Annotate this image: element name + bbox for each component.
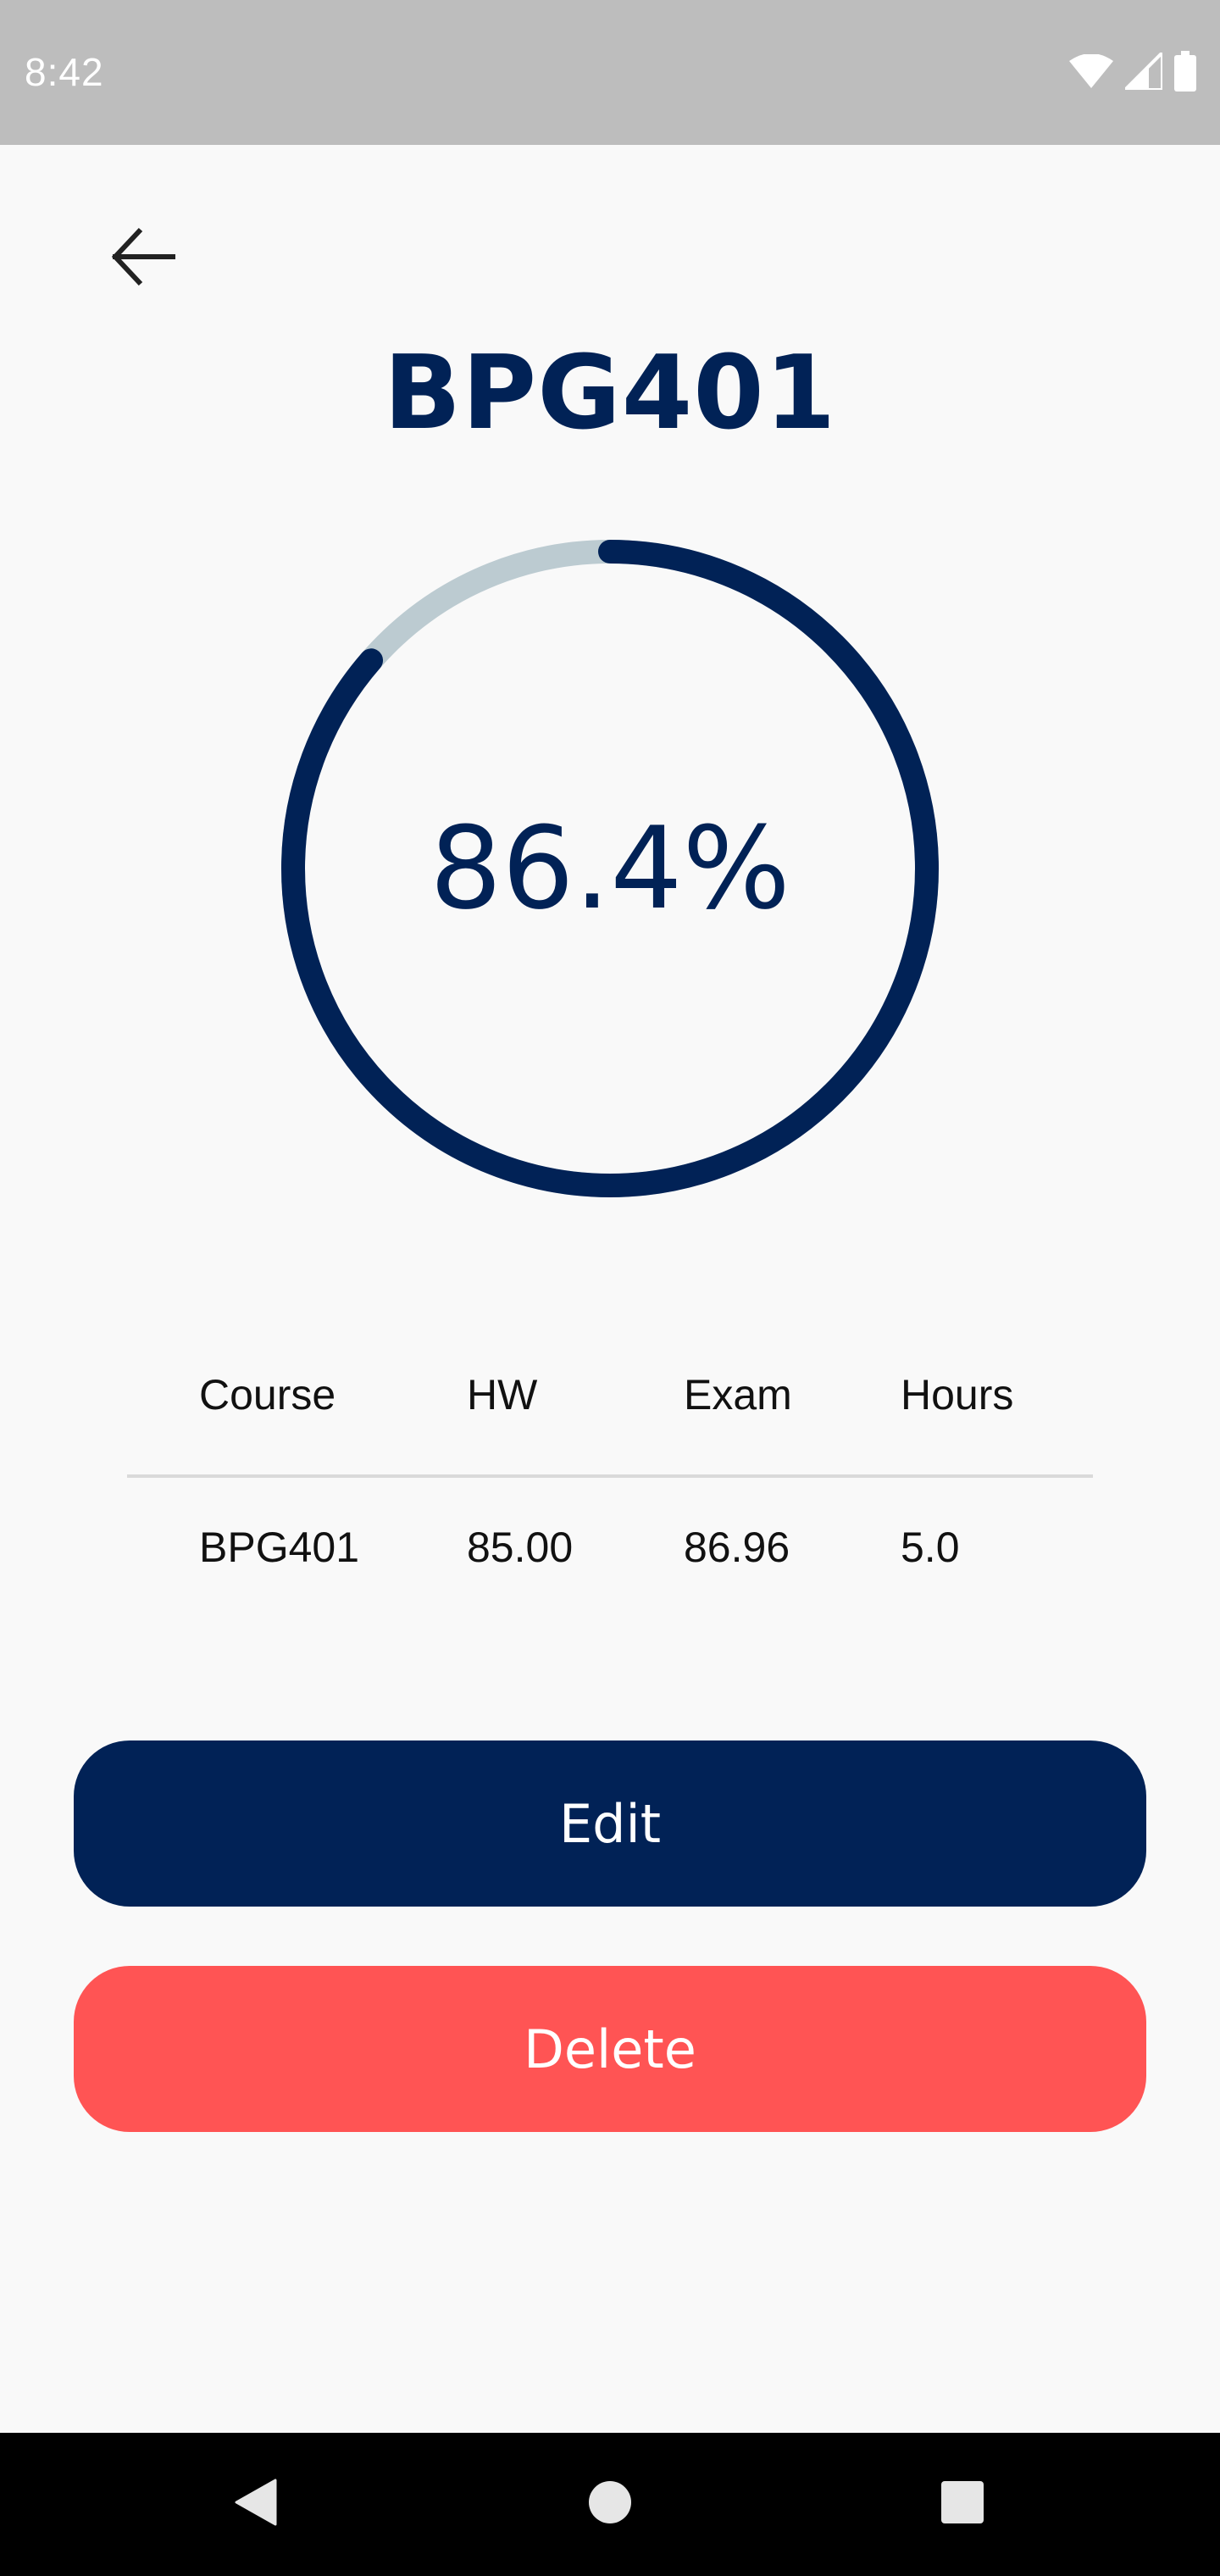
nav-back-icon [233,2479,277,2530]
battery-icon [1174,51,1196,92]
header-hw: HW [467,1371,538,1418]
cell-course: BPG401 [199,1524,360,1571]
edit-button[interactable]: Edit [74,1740,1146,1907]
grade-percentage: 86.4% [430,802,790,935]
header-course: Course [199,1371,336,1418]
grade-table: Course HW Exam Hours BPG401 85.00 86.96 … [127,1347,1093,1595]
nav-back-button[interactable] [196,2433,314,2576]
status-icons [1069,49,1196,93]
header-exam: Exam [684,1371,792,1418]
nav-recents-icon [940,2480,984,2529]
page-title: BPG401 [383,335,837,452]
nav-home-icon [588,2480,632,2529]
cell-hw: 85.00 [467,1524,574,1571]
status-time: 8:42 [25,50,104,94]
wifi-icon [1069,54,1113,88]
signal-icon [1125,53,1162,90]
nav-home-button[interactable] [551,2433,669,2576]
cell-exam: 86.96 [684,1524,790,1571]
back-button[interactable] [97,212,191,305]
table-row: BPG401 85.00 86.96 5.0 [127,1500,1093,1595]
status-bar: 8:42 [0,0,1220,145]
table-divider [127,1474,1093,1478]
table-header-row: Course HW Exam Hours [127,1347,1093,1442]
header-hours: Hours [901,1371,1014,1418]
nav-recents-button[interactable] [903,2433,1022,2576]
system-nav-bar [0,2433,1220,2576]
delete-button[interactable]: Delete [74,1966,1146,2132]
course-detail-screen: 8:42 BPG401 86.4% Course HW Exam Hours B… [0,0,1220,2576]
arrow-left-icon [110,223,178,295]
cell-hours: 5.0 [901,1524,960,1571]
